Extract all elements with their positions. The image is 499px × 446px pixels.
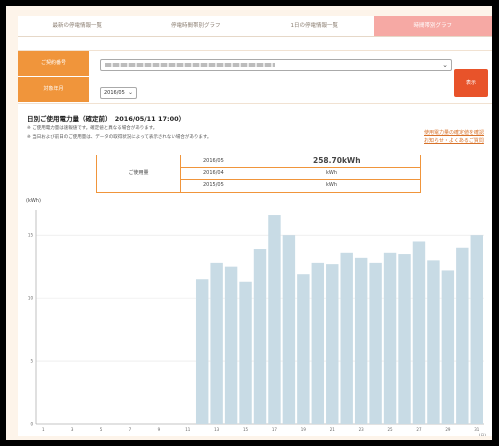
y-tick-label: 0 <box>30 422 33 427</box>
contract-label: ご契約番号 <box>18 51 89 76</box>
x-tick-label: 3 <box>71 427 74 432</box>
section-title: 日別ご使用電力量（確定前） 2016/05/11 17:00） <box>27 115 186 123</box>
tab-period-graph[interactable]: 停電時間帯別グラフ <box>136 16 255 36</box>
bar-day-19 <box>297 274 310 424</box>
main-panel: 最新の停電情報一覧 停電時間帯別グラフ 1日の停電情報一覧 時間帯別グラフ ご契… <box>18 16 492 436</box>
bar-day-12 <box>195 279 209 424</box>
bar-day-16 <box>253 249 267 424</box>
bar-day-24 <box>369 262 382 424</box>
x-tick-label: 31 <box>474 427 480 432</box>
x-tick-label: 23 <box>359 427 365 432</box>
bar-day-21 <box>326 264 339 424</box>
y-tick-label: 15 <box>28 233 34 238</box>
table-row: 2015/05 kWh <box>181 179 420 191</box>
chevron-down-icon: ⌄ <box>127 89 133 96</box>
x-tick-label: 15 <box>243 427 249 432</box>
row-value: kWh <box>326 182 338 188</box>
tab-latest-list[interactable]: 最新の停電情報一覧 <box>18 16 137 36</box>
bar-day-25 <box>383 252 397 424</box>
x-tick-label: 7 <box>129 427 132 432</box>
bar-day-27 <box>412 241 426 424</box>
row-value: 258.70kWh <box>313 156 361 165</box>
link-faq[interactable]: お知らせ・よくあるご質問 <box>424 137 484 144</box>
note-2: ※ 当日および前日のご使用量は、データの取得状況によって表示されない場合がありま… <box>27 135 212 140</box>
summary-header: ご使用量 <box>97 155 181 192</box>
row-period: 2016/05 <box>203 158 224 164</box>
x-tick-label: 19 <box>301 427 307 432</box>
submit-button[interactable]: 表示 <box>454 69 488 97</box>
x-tick-label: 17 <box>272 427 278 432</box>
bar-day-13 <box>210 262 223 424</box>
x-tick-label: 9 <box>158 427 161 432</box>
x-tick-label: 27 <box>416 427 422 432</box>
search-form: ご契約番号 対象年月 ⌄ 2016/05 ⌄ 表示 <box>18 50 492 104</box>
row-period: 2015/05 <box>203 182 224 188</box>
daily-usage-chart: 0510151 3 5 7 9 11 13 15 17 19 21 23 25 27 29 31(日) <box>28 210 487 436</box>
y-tick-label: 5 <box>30 359 33 364</box>
bar-day-29 <box>441 270 455 424</box>
bar-day-18 <box>282 235 296 424</box>
tab-bar: 最新の停電情報一覧 停電時間帯別グラフ 1日の停電情報一覧 時間帯別グラフ <box>18 16 492 37</box>
bar-day-31 <box>470 235 483 424</box>
x-tick-label: 21 <box>330 427 336 432</box>
bar-day-23 <box>354 257 368 424</box>
month-label: 対象年月 <box>18 77 89 102</box>
x-tick-label: 25 <box>388 427 394 432</box>
tab-daily-list[interactable]: 1日の停電情報一覧 <box>255 16 374 36</box>
month-select-value: 2016/05 <box>104 90 125 96</box>
link-confirmed-values[interactable]: 使用電力量の確定値を確認 <box>424 129 484 136</box>
row-period: 2016/04 <box>203 170 224 176</box>
month-select[interactable]: 2016/05 ⌄ <box>100 87 137 99</box>
bar-day-30 <box>456 247 469 424</box>
chevron-down-icon: ⌄ <box>442 61 448 69</box>
x-tick-label: 29 <box>445 427 451 432</box>
bar-day-15 <box>239 281 252 424</box>
x-axis-unit: (日) <box>479 433 487 436</box>
window-frame: 最新の停電情報一覧 停電時間帯別グラフ 1日の停電情報一覧 時間帯別グラフ ご契… <box>6 6 492 440</box>
x-tick-label: 1 <box>42 427 45 432</box>
usage-summary-table: ご使用量 2016/05 258.70kWh 2016/04 kWh 2015/… <box>96 155 421 193</box>
bar-day-17 <box>268 215 281 424</box>
contract-select[interactable]: ⌄ <box>100 59 452 71</box>
y-tick-label: 10 <box>28 296 34 301</box>
bar-day-20 <box>311 262 325 424</box>
x-tick-label: 13 <box>214 427 220 432</box>
bar-day-14 <box>224 266 238 424</box>
row-value: kWh <box>326 170 338 176</box>
bar-day-26 <box>398 254 411 424</box>
x-tick-label: 11 <box>185 427 191 432</box>
tab-hourly-graph[interactable]: 時間帯別グラフ <box>373 16 492 36</box>
bar-day-28 <box>427 260 440 424</box>
x-tick-label: 5 <box>100 427 103 432</box>
blurred-contract-value <box>105 63 275 67</box>
note-1: ※ ご使用電力量は速報値です。確定値と異なる場合があります。 <box>27 126 158 131</box>
bar-day-22 <box>340 252 353 424</box>
